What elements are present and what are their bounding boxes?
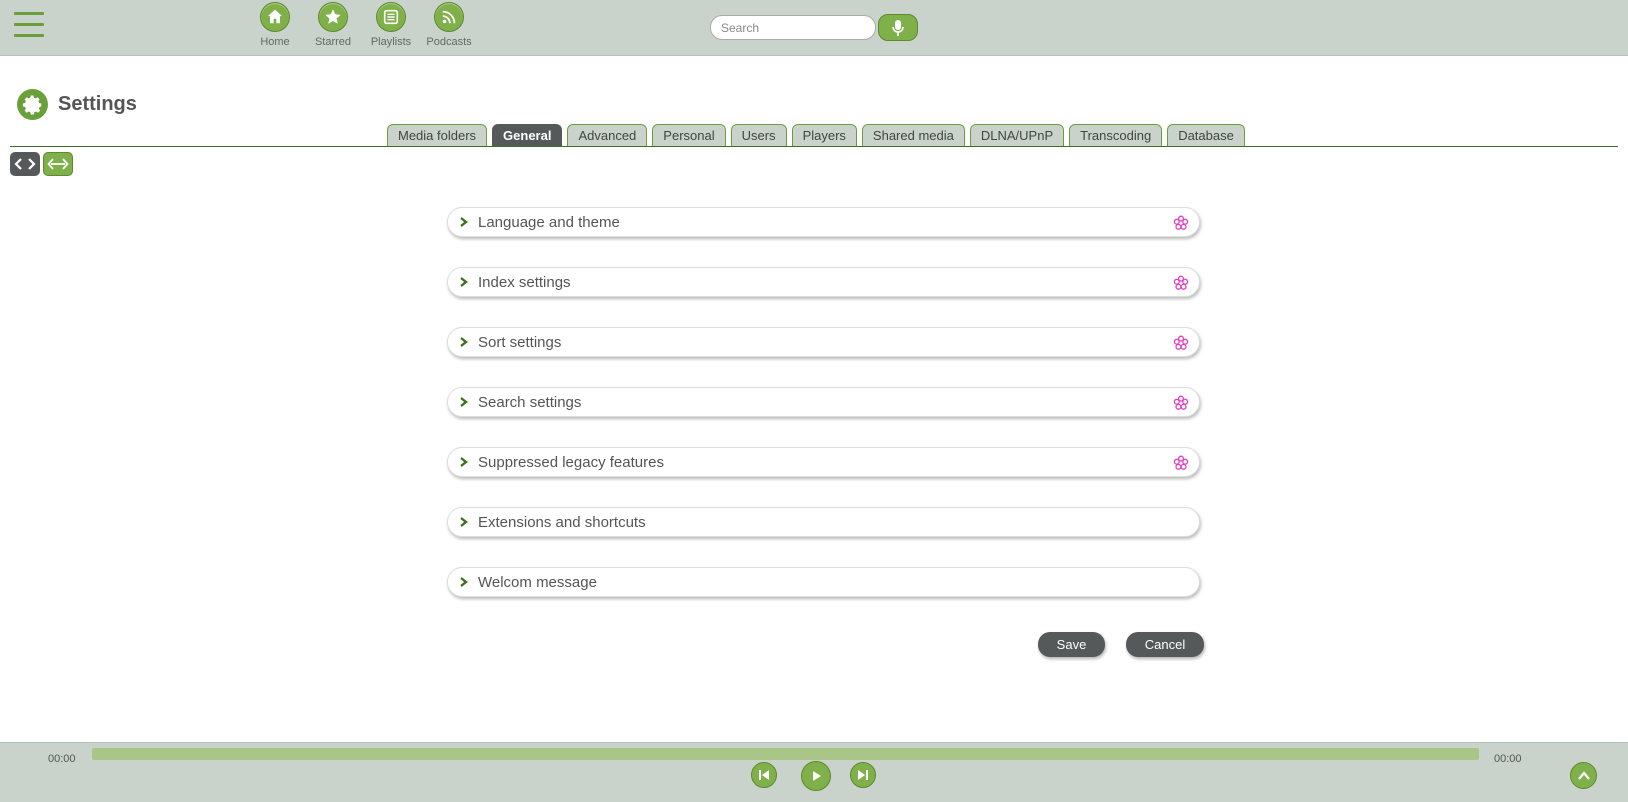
settings-tabs: Media folders General Advanced Personal … [387, 124, 1245, 147]
section-extensions-and-shortcuts[interactable]: Extensions and shortcuts [447, 507, 1200, 537]
settings-gear-icon [17, 89, 48, 120]
player-bar: 00:00 00:00 [0, 742, 1628, 802]
chevron-right-icon [460, 517, 470, 527]
nav-starred[interactable]: Starred [305, 2, 361, 48]
tab-database[interactable]: Database [1167, 124, 1245, 147]
section-sort-settings[interactable]: Sort settings [447, 327, 1200, 357]
nav-starred-label: Starred [314, 36, 352, 48]
section-suppressed-legacy-features[interactable]: Suppressed legacy features [447, 447, 1200, 477]
tab-users[interactable]: Users [730, 124, 787, 147]
previous-button[interactable] [751, 762, 777, 788]
flower-icon [1173, 275, 1189, 295]
menu-icon[interactable] [14, 12, 44, 40]
tab-dlna-upnp[interactable]: DLNA/UPnP [969, 124, 1065, 147]
play-icon [813, 771, 821, 781]
star-icon [318, 2, 348, 32]
section-label: Index settings [478, 273, 571, 291]
expand-view-button[interactable] [43, 152, 73, 176]
rss-icon [434, 2, 464, 32]
chevron-right-icon [460, 337, 470, 347]
flower-icon [1173, 335, 1189, 355]
nav-podcasts[interactable]: Podcasts [421, 2, 477, 48]
nav-home-label: Home [260, 36, 290, 48]
microphone-icon [892, 19, 904, 36]
section-language-and-theme[interactable]: Language and theme [447, 207, 1200, 237]
nav-playlists-label: Playlists [370, 36, 412, 48]
nav-home[interactable]: Home [247, 2, 303, 48]
tab-media-folders[interactable]: Media folders [387, 124, 488, 147]
tab-general[interactable]: General [492, 124, 563, 147]
playlist-icon [376, 2, 406, 32]
flower-icon [1173, 455, 1189, 475]
collapse-view-button[interactable] [10, 152, 40, 176]
section-label: Suppressed legacy features [478, 453, 664, 471]
chevron-up-icon [1577, 770, 1590, 780]
chevron-right-icon [460, 457, 470, 467]
section-welcome-message[interactable]: Welcom message [447, 567, 1200, 597]
skip-previous-icon [759, 770, 769, 780]
section-index-settings[interactable]: Index settings [447, 267, 1200, 297]
page-title: Settings [58, 93, 137, 115]
section-label: Welcom message [478, 573, 597, 591]
time-elapsed: 00:00 [48, 753, 76, 765]
expand-player-button[interactable] [1570, 762, 1597, 789]
section-label: Language and theme [478, 213, 620, 231]
cancel-button[interactable]: Cancel [1126, 632, 1204, 657]
flower-icon [1173, 395, 1189, 415]
voice-search-button[interactable] [878, 14, 918, 41]
tab-transcoding[interactable]: Transcoding [1069, 124, 1163, 147]
code-brackets-icon [14, 158, 36, 170]
section-label: Search settings [478, 393, 582, 411]
section-label: Extensions and shortcuts [478, 513, 646, 531]
tab-players[interactable]: Players [791, 124, 857, 147]
nav-playlists[interactable]: Playlists [363, 2, 419, 48]
chevron-right-icon [460, 577, 470, 587]
chevron-right-icon [460, 397, 470, 407]
section-label: Sort settings [478, 333, 562, 351]
flower-icon [1173, 215, 1189, 235]
tab-personal[interactable]: Personal [652, 124, 726, 147]
search-input[interactable] [710, 15, 876, 40]
tab-divider [10, 146, 1618, 147]
time-total: 00:00 [1494, 753, 1522, 765]
save-button[interactable]: Save [1038, 632, 1105, 657]
top-header: Home Starred Playlists Podcasts [0, 0, 1628, 56]
nav-podcasts-label: Podcasts [426, 36, 472, 48]
chevron-right-icon [460, 277, 470, 287]
play-button[interactable] [801, 761, 831, 791]
settings-sections: Language and theme Index settings Sort s… [447, 207, 1200, 627]
section-search-settings[interactable]: Search settings [447, 387, 1200, 417]
skip-next-icon [858, 770, 868, 780]
progress-bar[interactable] [92, 748, 1479, 760]
home-icon [260, 2, 290, 32]
next-button[interactable] [850, 762, 876, 788]
expand-arrows-icon [47, 158, 69, 170]
tab-shared-media[interactable]: Shared media [861, 124, 965, 147]
tab-advanced[interactable]: Advanced [567, 124, 648, 147]
chevron-right-icon [460, 217, 470, 227]
